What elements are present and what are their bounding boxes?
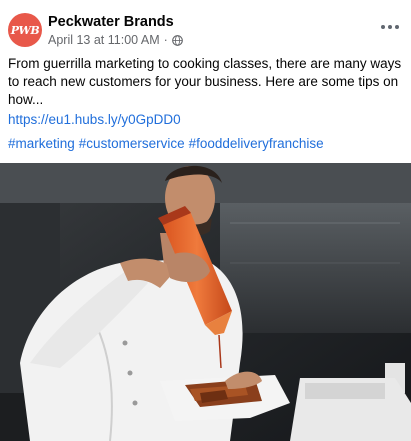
post-timestamp[interactable]: April 13 at 11:00 AM [48,33,160,47]
facebook-post: PWB Peckwater Brands April 13 at 11:00 A… [0,0,411,441]
post-link[interactable]: https://eu1.hubs.ly/y0GpDD0 [8,112,181,127]
avatar-logo-text: PWB [10,23,40,37]
hashtag-marketing[interactable]: #marketing [8,136,75,151]
page-name-link[interactable]: Peckwater Brands [48,14,174,30]
meta-separator: · [163,33,168,47]
page-avatar[interactable]: PWB [8,13,42,47]
globe-icon[interactable] [171,34,183,46]
hashtag-customerservice[interactable]: #customerservice [79,136,185,151]
post-photo[interactable] [0,163,411,441]
post-body-text: From guerrilla marketing to cooking clas… [8,56,402,107]
hashtag-list: #marketing #customerservice #fooddeliver… [8,136,324,151]
more-options-icon[interactable] [381,20,399,34]
hashtag-fooddeliveryfranchise[interactable]: #fooddeliveryfranchise [189,136,324,151]
post-meta: April 13 at 11:00 AM · [48,33,183,47]
